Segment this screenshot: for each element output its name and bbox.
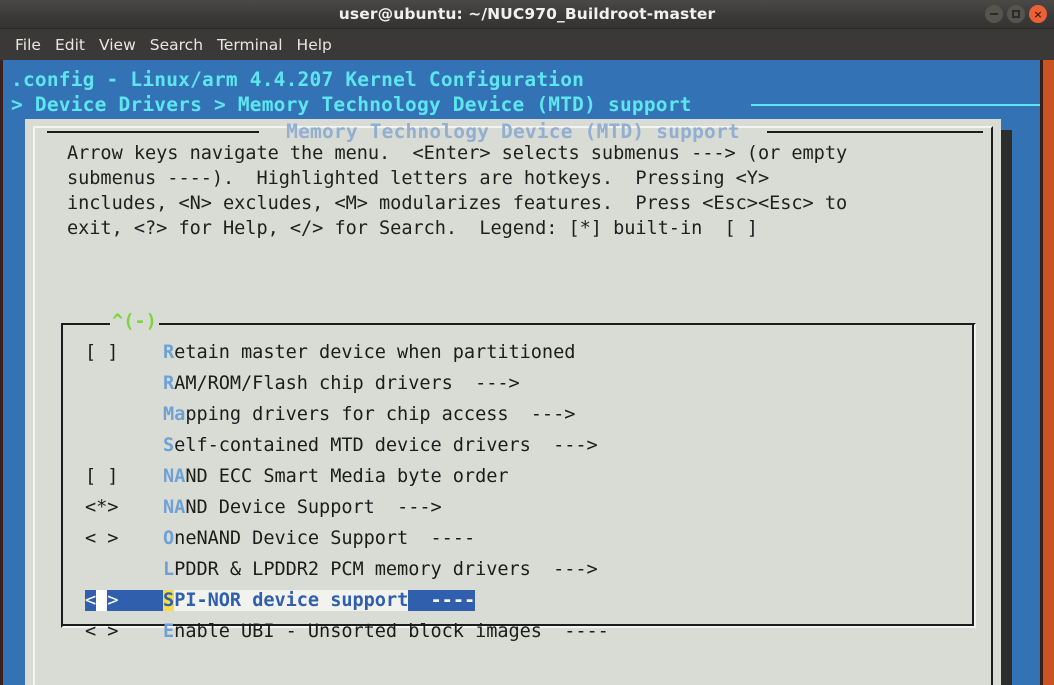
- menu-item-terminal[interactable]: Terminal: [210, 34, 290, 56]
- menuconfig-dialog: Memory Technology Device (MTD) support A…: [25, 119, 1001, 685]
- menu-item-marker: [85, 404, 163, 425]
- menu-item-label: neNAND Device Support: [174, 528, 409, 549]
- menu-list-item[interactable]: Self-contained MTD device drivers --->: [85, 430, 965, 461]
- menu-list-item[interactable]: < > Enable UBI - Unsorted block images -…: [85, 616, 965, 647]
- menu-list-item[interactable]: Mapping drivers for chip access --->: [85, 399, 965, 430]
- menu-list-item[interactable]: RAM/ROM/Flash chip drivers --->: [85, 368, 965, 399]
- menu-item-marker: <: [85, 590, 97, 611]
- menu-item-submenu-arrow: --->: [452, 373, 520, 394]
- scroll-up-indicator[interactable]: ^(-): [110, 312, 159, 332]
- menu-item-submenu-arrow: --->: [530, 435, 598, 456]
- terminal-body[interactable]: .config - Linux/arm 4.4.207 Kernel Confi…: [0, 60, 1054, 685]
- menu-item-marker: [ ]: [85, 342, 164, 363]
- dialog-title: Memory Technology Device (MTD) support: [286, 120, 740, 143]
- menu-item-submenu-arrow: --->: [530, 559, 598, 580]
- menu-item-hotkey: O: [163, 528, 175, 549]
- help-line: exit, <?> for Help, </> for Search. Lege…: [67, 218, 758, 239]
- menu-item-label: PI-NOR device support: [174, 590, 409, 611]
- menu-item-edit[interactable]: Edit: [48, 34, 92, 56]
- terminal-window: user@ubuntu: ~/NUC970_Buildroot-master ×…: [0, 0, 1054, 685]
- menu-item-marker-gap: [96, 590, 108, 611]
- menu-item-label: elf-contained MTD device drivers: [174, 435, 531, 456]
- menu-item-file[interactable]: File: [8, 34, 48, 56]
- menu-item-hotkey: E: [163, 621, 175, 642]
- menu-list-item[interactable]: < > SPI-NOR device support ----: [85, 585, 965, 616]
- menubar: File Edit View Search Terminal Help: [0, 29, 1054, 60]
- menuconfig-backdrop: .config - Linux/arm 4.4.207 Kernel Confi…: [3, 60, 1041, 685]
- maximize-icon[interactable]: [1007, 5, 1025, 23]
- menu-list-item[interactable]: [ ] NAND ECC Smart Media byte order: [85, 461, 965, 492]
- menu-item-label: nable UBI - Unsorted block images: [174, 621, 542, 642]
- minimize-icon[interactable]: [985, 5, 1003, 23]
- menu-item-marker: <*>: [85, 497, 164, 518]
- menu-item-label: etain master device when partitioned: [174, 342, 576, 363]
- menu-item-view[interactable]: View: [92, 34, 143, 56]
- menu-item-label: ND ECC Smart Media byte order: [185, 466, 509, 487]
- kconfig-header-rule: [751, 104, 1041, 106]
- menu-item-submenu-arrow: ----: [408, 528, 476, 549]
- menu-item-marker: [85, 435, 163, 456]
- menu-item-submenu-arrow: ----: [408, 590, 476, 611]
- menu-list-item[interactable]: LPDDR & LPDDR2 PCM memory drivers --->: [85, 554, 965, 585]
- menu-list[interactable]: ^(-) [ ] Retain master device when parti…: [61, 312, 976, 642]
- menu-item-marker: [85, 373, 163, 394]
- kconfig-header-title: .config - Linux/arm 4.4.207 Kernel Confi…: [11, 68, 585, 91]
- menu-item-submenu-arrow: ----: [541, 621, 609, 642]
- menu-item-marker: [85, 559, 163, 580]
- menu-list-item[interactable]: < > OneNAND Device Support ----: [85, 523, 965, 554]
- help-line: Arrow keys navigate the menu. <Enter> se…: [67, 143, 848, 164]
- window-titlebar: user@ubuntu: ~/NUC970_Buildroot-master ×: [0, 0, 1054, 29]
- menu-item-hotkey: NA: [163, 466, 186, 487]
- menu-item-marker: < >: [85, 528, 164, 549]
- dialog-help-text: Arrow keys navigate the menu. <Enter> se…: [67, 141, 997, 241]
- help-line: submenus ----). Highlighted letters are …: [67, 168, 770, 189]
- menu-item-search[interactable]: Search: [143, 34, 210, 56]
- menu-item-hotkey: S: [163, 590, 175, 611]
- menu-item-hotkey: R: [163, 373, 175, 394]
- menu-item-label: PDDR & LPDDR2 PCM memory drivers: [174, 559, 531, 580]
- window-controls: ×: [985, 5, 1047, 23]
- menu-item-submenu-arrow: --->: [508, 404, 576, 425]
- window-right-border: [1043, 60, 1054, 685]
- menu-item-marker: < >: [85, 621, 164, 642]
- menu-item-label: ND Device Support: [185, 497, 375, 518]
- menu-item-hotkey: L: [163, 559, 175, 580]
- help-line: includes, <N> excludes, <M> modularizes …: [67, 193, 848, 214]
- menu-list-rows: [ ] Retain master device when partitione…: [85, 337, 965, 647]
- menu-list-item[interactable]: [ ] Retain master device when partitione…: [85, 337, 965, 368]
- menu-list-item[interactable]: <*> NAND Device Support --->: [85, 492, 965, 523]
- dialog-button-bar: <Select>< Exit >< Help >< Save >< Load >: [25, 651, 1001, 685]
- close-icon[interactable]: ×: [1029, 5, 1047, 23]
- menu-item-hotkey: R: [163, 342, 175, 363]
- menu-item-hotkey: S: [163, 435, 175, 456]
- menu-item-hotkey: Ma: [163, 404, 186, 425]
- menu-item-submenu-arrow: --->: [374, 497, 442, 518]
- menu-item-marker: >: [107, 590, 119, 611]
- menu-item-help[interactable]: Help: [290, 34, 339, 56]
- menu-item-label: pping drivers for chip access: [185, 404, 509, 425]
- window-title: user@ubuntu: ~/NUC970_Buildroot-master: [338, 5, 716, 23]
- kconfig-breadcrumb: > Device Drivers > Memory Technology Dev…: [11, 93, 692, 116]
- menu-item-pad: [118, 590, 164, 611]
- menu-item-marker: [ ]: [85, 466, 164, 487]
- menu-item-label: AM/ROM/Flash chip drivers: [174, 373, 453, 394]
- menu-item-hotkey: NA: [163, 497, 186, 518]
